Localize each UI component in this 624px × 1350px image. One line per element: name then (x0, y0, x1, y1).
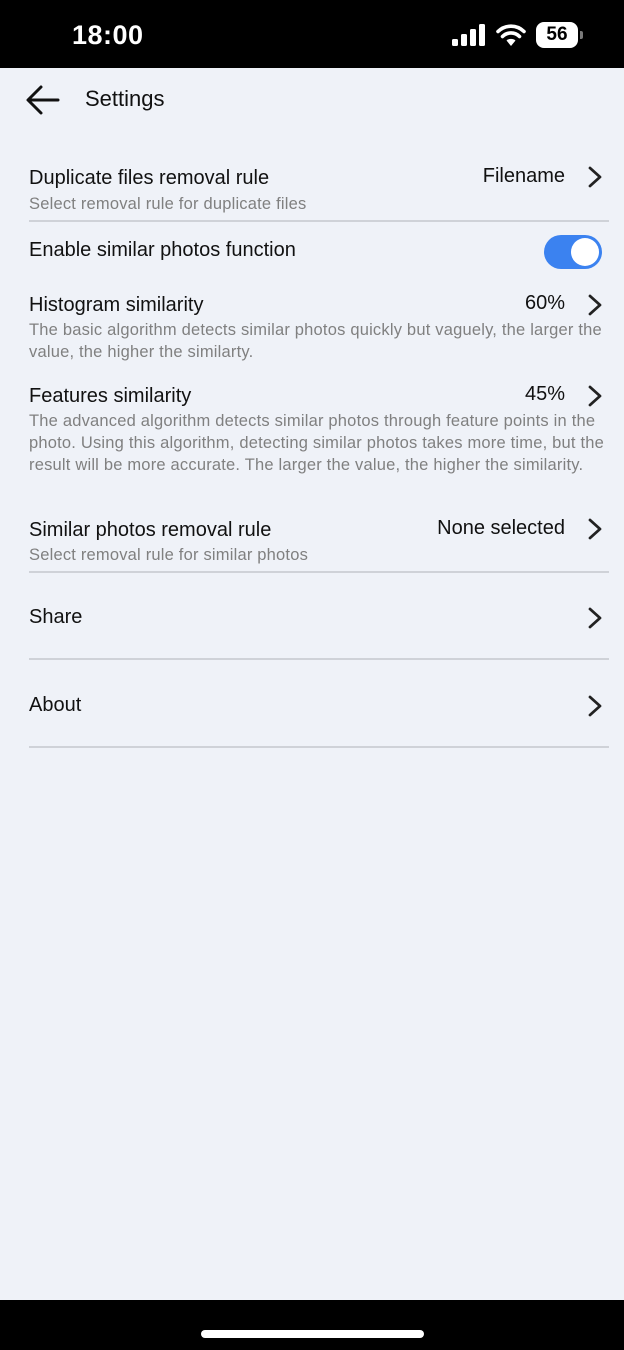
similar-photos-toggle-row: Enable similar photos function (29, 235, 609, 269)
features-similarity-title: Features similarity (29, 385, 192, 407)
share-row[interactable]: Share (29, 606, 609, 636)
app-bar: Settings (0, 68, 624, 130)
similar-rule-description: Select removal rule for similar photos (29, 546, 309, 564)
home-indicator[interactable] (201, 1330, 424, 1338)
arrow-left-icon (26, 85, 60, 115)
about-title: About (29, 694, 82, 716)
features-similarity-value: 45% (524, 383, 565, 405)
battery-icon: 56 (536, 22, 583, 48)
similar-rule-value: None selected (437, 517, 565, 539)
toggle-knob (571, 238, 599, 266)
status-time: 18:00 (72, 20, 144, 50)
chevron-right-icon (588, 695, 602, 717)
home-bar-area (0, 1300, 624, 1350)
duplicate-rule-description: Select removal rule for duplicate files (29, 195, 307, 213)
battery-cap (580, 31, 583, 39)
histogram-similarity-title: Histogram similarity (29, 294, 204, 316)
chevron-right-icon (588, 294, 602, 316)
chevron-right-icon (588, 385, 602, 407)
histogram-similarity-value: 60% (524, 292, 565, 314)
duplicate-rule-title: Duplicate files removal rule (29, 167, 270, 189)
similar-rule-row[interactable]: Similar photos removal rule None selecte… (29, 517, 609, 567)
chevron-right-icon (588, 607, 602, 629)
cellular-signal-icon (452, 24, 485, 46)
divider (29, 746, 609, 748)
settings-screen: Settings Duplicate files removal rule Fi… (0, 68, 624, 1300)
divider (29, 220, 609, 222)
similar-photos-toggle-title: Enable similar photos function (29, 239, 296, 261)
similar-rule-title: Similar photos removal rule (29, 519, 272, 541)
duplicate-rule-row[interactable]: Duplicate files removal rule Filename Se… (29, 165, 609, 215)
divider (29, 571, 609, 573)
battery-level: 56 (546, 24, 568, 45)
histogram-similarity-description: The basic algorithm detects similar phot… (29, 321, 602, 361)
duplicate-rule-value: Filename (482, 165, 565, 187)
back-button[interactable] (24, 82, 62, 118)
about-row[interactable]: About (29, 694, 609, 724)
similar-photos-toggle-switch[interactable] (544, 235, 602, 269)
chevron-right-icon (588, 518, 602, 540)
divider (29, 658, 609, 660)
chevron-right-icon (588, 166, 602, 188)
histogram-similarity-row[interactable]: Histogram similarity 60% The basic algor… (29, 292, 609, 364)
status-bar: 18:00 56 (0, 0, 624, 68)
wifi-icon (496, 24, 526, 46)
features-similarity-description: The advanced algorithm detects similar p… (29, 412, 605, 474)
page-title: Settings (85, 86, 165, 111)
share-title: Share (29, 606, 83, 628)
status-icons: 56 (452, 22, 583, 48)
features-similarity-row[interactable]: Features similarity 45% The advanced alg… (29, 383, 609, 500)
